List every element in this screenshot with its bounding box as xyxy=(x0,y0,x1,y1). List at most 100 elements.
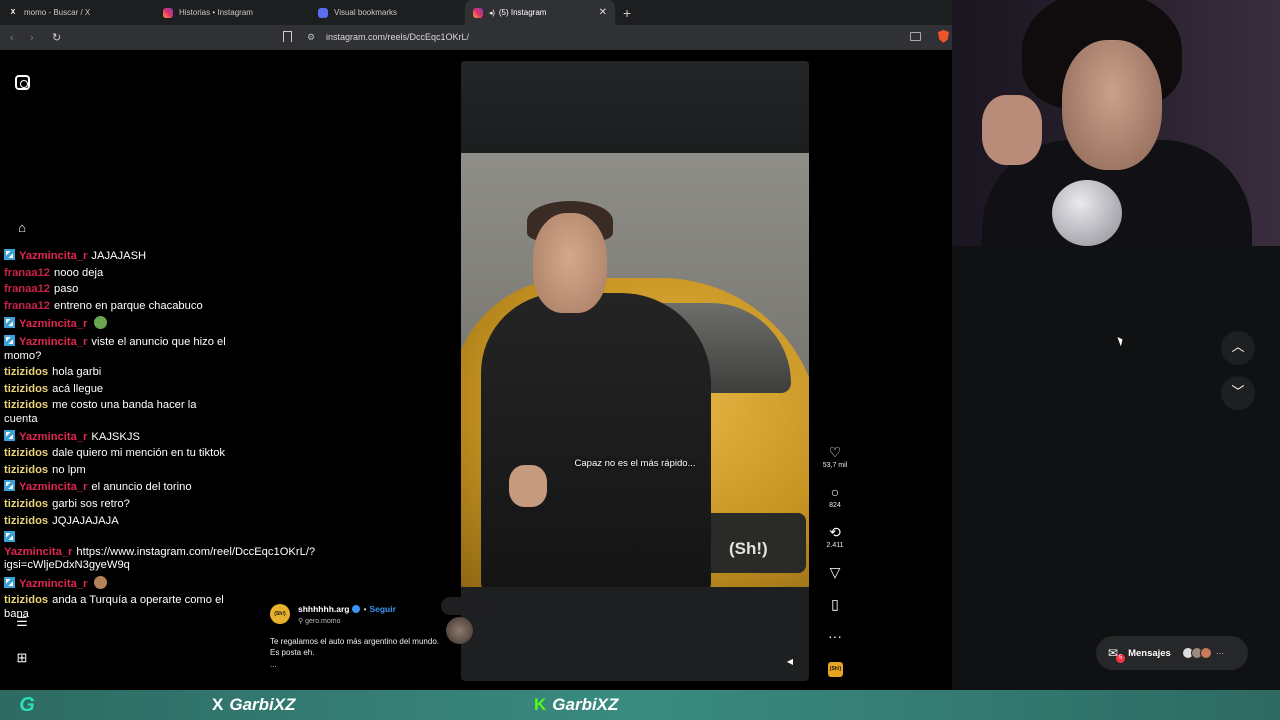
chat-message: franaa12 nooo deja xyxy=(4,267,230,281)
chat-username[interactable]: tizizidos xyxy=(4,594,48,606)
reaction-pill xyxy=(441,597,483,615)
tab-historias[interactable]: Historias • Instagram xyxy=(155,0,310,25)
brave-shield-icon[interactable] xyxy=(938,30,949,43)
chat-username[interactable]: tizizidos xyxy=(4,515,48,527)
chat-text: paso xyxy=(54,283,79,296)
subscriber-badge-icon xyxy=(4,249,15,260)
post-author-row: shhhhhh.arg • Seguir xyxy=(298,604,396,614)
chat-username[interactable]: Yazmincita_r xyxy=(19,250,87,262)
more-link[interactable]: ... xyxy=(270,660,277,669)
video-caption: Capaz no es el más rápido... xyxy=(574,458,696,469)
new-tab-button[interactable]: + xyxy=(623,5,631,21)
tab-label: momo - Buscar / X xyxy=(24,8,91,17)
chat-username[interactable]: Yazmincita_r xyxy=(19,481,87,493)
chat-message: tizizidos me costo una banda hacer la cue… xyxy=(4,399,230,426)
comment-count: 824 xyxy=(829,502,841,509)
chat-text: JQJAJAJAJA xyxy=(52,514,119,527)
tab-label: (5) Instagram xyxy=(498,8,547,17)
chat-username[interactable]: tizizidos xyxy=(4,366,48,378)
home-icon[interactable]: ⌂ xyxy=(14,220,30,236)
chat-username[interactable]: Yazmincita_r xyxy=(4,546,72,558)
tab-x[interactable]: X momo - Buscar / X xyxy=(0,0,155,25)
chat-message: tizizidos acá llegue xyxy=(4,383,230,397)
chat-message: Yazmincita_r viste el anuncio que hizo el… xyxy=(4,334,230,363)
chat-text: nooo deja xyxy=(54,266,104,279)
kick-logo-icon: K xyxy=(534,695,547,714)
chat-text: hola garbi xyxy=(52,366,102,379)
audio-thumbnail[interactable]: (Sh!) xyxy=(828,662,843,677)
message-count: 5 xyxy=(1116,654,1125,663)
tab-label: Historias • Instagram xyxy=(179,8,253,17)
tab-bar: X momo - Buscar / X Historias • Instagra… xyxy=(0,0,952,25)
tab-instagram[interactable]: ◂) (5) Instagram ✕ xyxy=(465,0,615,25)
follow-button[interactable]: Seguir xyxy=(369,604,395,614)
chat-username[interactable]: franaa12 xyxy=(4,267,50,279)
repost-button[interactable]: ⟲ 2.411 xyxy=(817,524,853,549)
messages-button[interactable]: ✉ 5 Mensajes ··· xyxy=(1096,636,1248,670)
chat-text: KAJSKJS xyxy=(91,430,140,443)
author-username[interactable]: shhhhhh.arg xyxy=(298,604,349,614)
chat-message: tizizidos anda a Turquía a operarte como … xyxy=(4,594,230,621)
x-logo-icon: X xyxy=(10,9,16,16)
chat-text: JAJAJASH xyxy=(91,250,147,262)
x-logo-icon: X xyxy=(212,695,224,714)
chat-username[interactable]: tizizidos xyxy=(4,498,48,510)
next-reel-button[interactable]: ﹀ xyxy=(1221,376,1255,410)
chat-username[interactable]: franaa12 xyxy=(4,283,50,295)
heart-icon: ♡ xyxy=(828,444,842,460)
collaborator[interactable]: ⚲ gero.momo xyxy=(298,617,340,625)
stream-chat: Yazmincita_r JAJAJASH franaa12 nooo deja fra… xyxy=(4,249,315,625)
speaker-icon: ◂) xyxy=(489,9,495,17)
brand-logo: (Sh!) xyxy=(729,539,768,558)
site-settings-icon[interactable]: ⚙ xyxy=(307,32,315,43)
bookmark-icon[interactable] xyxy=(283,31,292,42)
save-button[interactable]: ▯ xyxy=(817,596,853,612)
chevron-down-icon: ﹀ xyxy=(1231,384,1245,399)
bookmark-save-icon: ▯ xyxy=(831,596,839,612)
stream-bottom-bar: G X GarbiXZ K GarbiXZ xyxy=(0,690,1280,720)
chat-message: Yazmincita_r https://www.instagram.com/re… xyxy=(4,531,315,573)
chat-message: tizizidos dale quiero mi mención en tu ti… xyxy=(4,447,230,461)
chat-username[interactable]: tizizidos xyxy=(4,383,48,395)
more-options-button[interactable]: ··· xyxy=(817,628,853,644)
reel-video[interactable]: (Sh!) Capaz no es el más rápido... xyxy=(461,153,809,587)
apps-icon[interactable]: ⊞ xyxy=(14,650,30,666)
mouse-cursor xyxy=(1117,335,1125,347)
chat-text: no lpm xyxy=(52,463,86,476)
instagram-logo-icon[interactable] xyxy=(15,75,30,90)
message-avatars xyxy=(1181,647,1212,659)
reload-icon[interactable]: ↻ xyxy=(52,31,62,44)
chat-username[interactable]: franaa12 xyxy=(4,300,50,312)
chat-message: franaa12 entreno en parque chacabuco xyxy=(4,300,230,314)
like-button[interactable]: ♡ 53,7 mil xyxy=(817,444,853,469)
tab-bookmarks[interactable]: Visual bookmarks xyxy=(310,0,465,25)
subscriber-badge-icon xyxy=(4,334,15,346)
instagram-icon xyxy=(163,7,173,18)
previous-reel-button[interactable]: ︿ xyxy=(1221,331,1255,365)
chat-username[interactable]: Yazmincita_r xyxy=(19,431,87,443)
forward-icon[interactable]: › xyxy=(30,32,40,44)
chat-username[interactable]: tizizidos xyxy=(4,464,48,476)
chat-message: tizizidos garbi sos retro? xyxy=(4,498,230,512)
share-button[interactable]: ▽ xyxy=(817,564,853,580)
chat-username[interactable]: Yazmincita_r xyxy=(19,578,87,590)
close-tab-icon[interactable]: ✕ xyxy=(599,7,607,18)
author-avatar[interactable]: (Sh!) xyxy=(270,604,290,624)
repost-icon: ⟲ xyxy=(829,524,841,540)
chat-message: Yazmincita_r el anuncio del torino xyxy=(4,480,230,495)
chat-username[interactable]: tizizidos xyxy=(4,447,48,459)
back-icon[interactable]: ‹ xyxy=(10,32,20,44)
cast-icon[interactable] xyxy=(910,32,921,41)
comment-icon: ○ xyxy=(830,484,840,500)
mute-icon[interactable]: ◀ xyxy=(784,657,796,669)
reel-player[interactable]: (Sh!) Capaz no es el más rápido... ◀ xyxy=(461,61,809,681)
chat-text: el anuncio del torino xyxy=(91,481,192,494)
chat-username[interactable]: Yazmincita_r xyxy=(19,318,87,330)
chat-username[interactable]: Yazmincita_r xyxy=(19,336,87,348)
subscriber-badge-icon xyxy=(4,480,15,492)
instagram-icon xyxy=(473,7,483,18)
comment-button[interactable]: ○ 824 xyxy=(817,484,853,509)
chat-username[interactable]: tizizidos xyxy=(4,399,48,411)
url-field[interactable]: instagram.com/reels/DccEqc1OKrL/ xyxy=(326,32,469,42)
like-count: 53,7 mil xyxy=(822,462,848,469)
